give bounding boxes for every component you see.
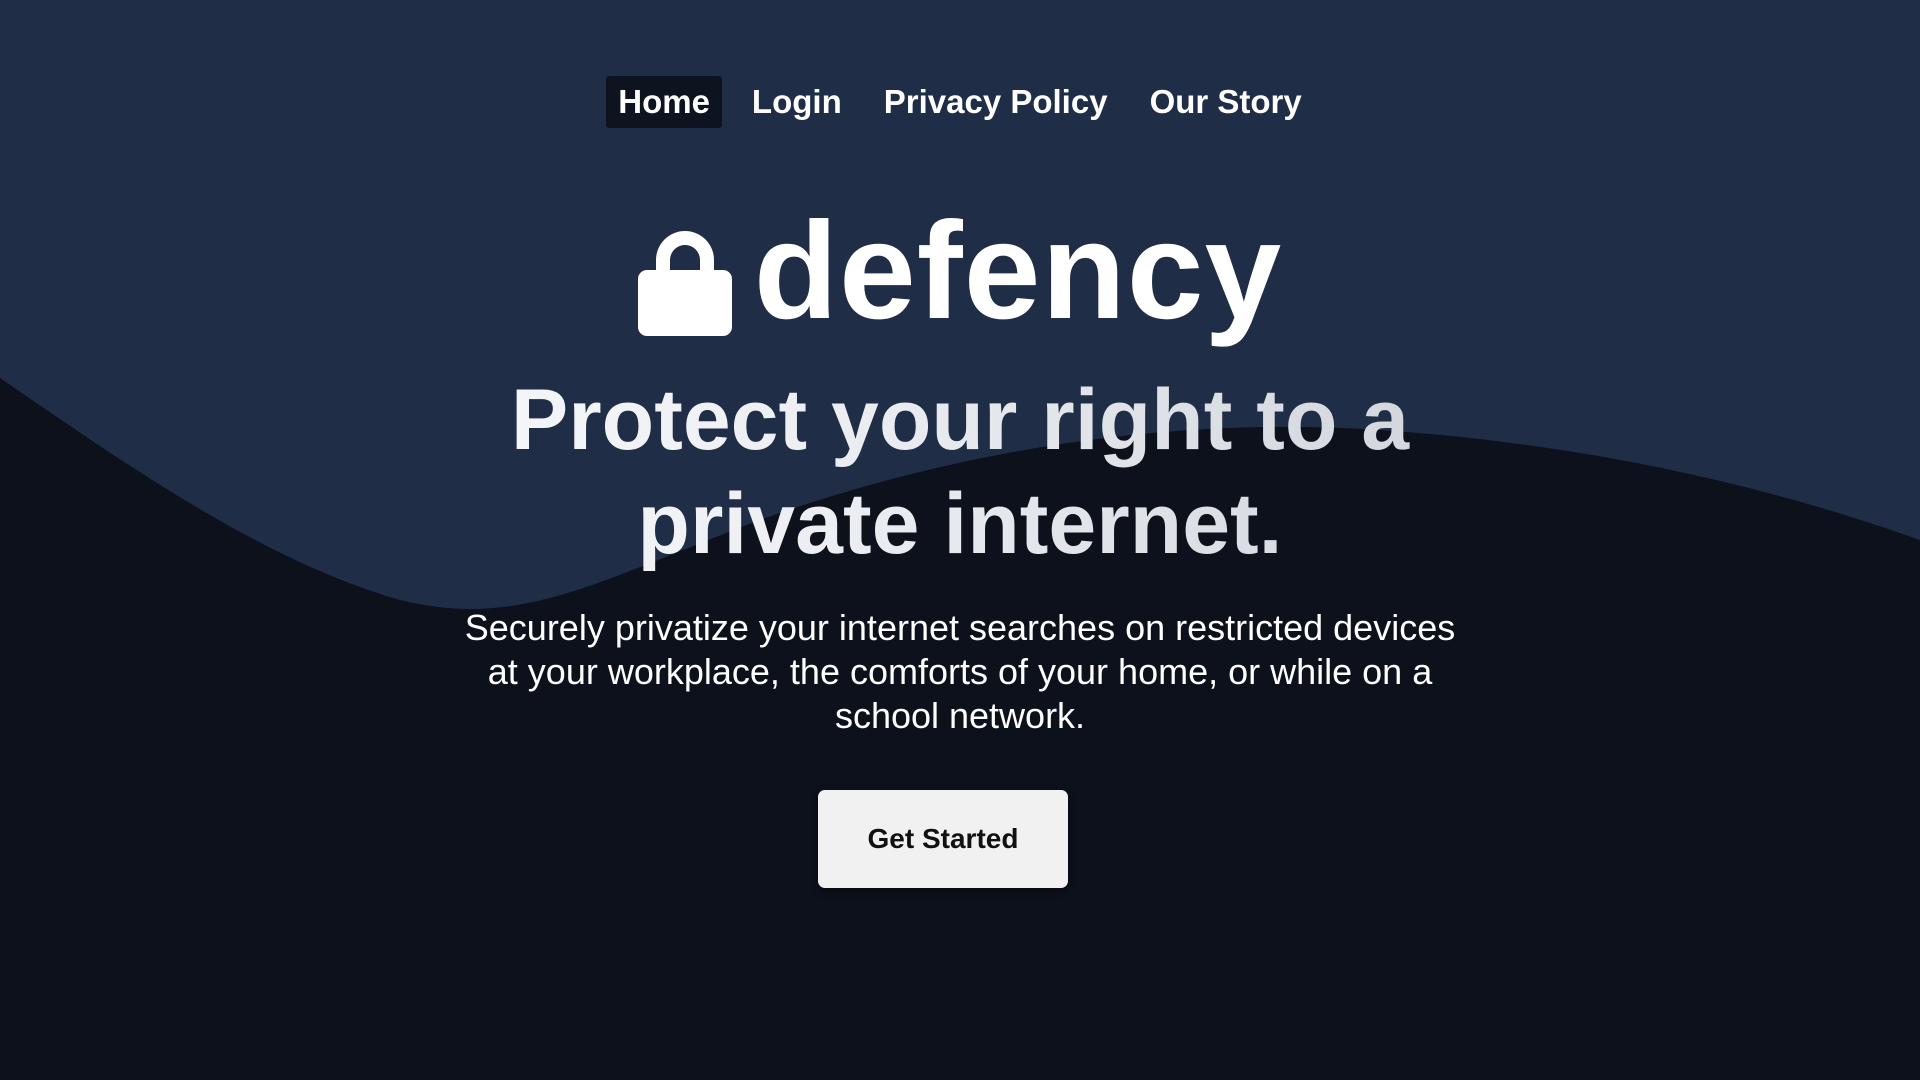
lock-icon xyxy=(637,231,732,336)
brand-logo: defency xyxy=(0,202,1920,340)
hero-subtitle: Securely privatize your internet searche… xyxy=(0,606,1920,738)
hero-headline: Protect your right to a private internet… xyxy=(0,368,1920,576)
landing-page: Home Login Privacy Policy Our Story defe… xyxy=(0,0,1920,1080)
top-nav: Home Login Privacy Policy Our Story xyxy=(0,76,1920,128)
nav-home-link[interactable]: Home xyxy=(606,76,722,128)
brand-name: defency xyxy=(753,194,1283,348)
nav-login-link[interactable]: Login xyxy=(740,76,854,128)
nav-privacy-policy-link[interactable]: Privacy Policy xyxy=(872,76,1120,128)
hero-headline-text: Protect your right to a private internet… xyxy=(510,372,1410,572)
get-started-button[interactable]: Get Started xyxy=(818,790,1068,888)
hero-subtitle-text: Securely privatize your internet searche… xyxy=(464,607,1456,736)
nav-our-story-link[interactable]: Our Story xyxy=(1138,76,1314,128)
